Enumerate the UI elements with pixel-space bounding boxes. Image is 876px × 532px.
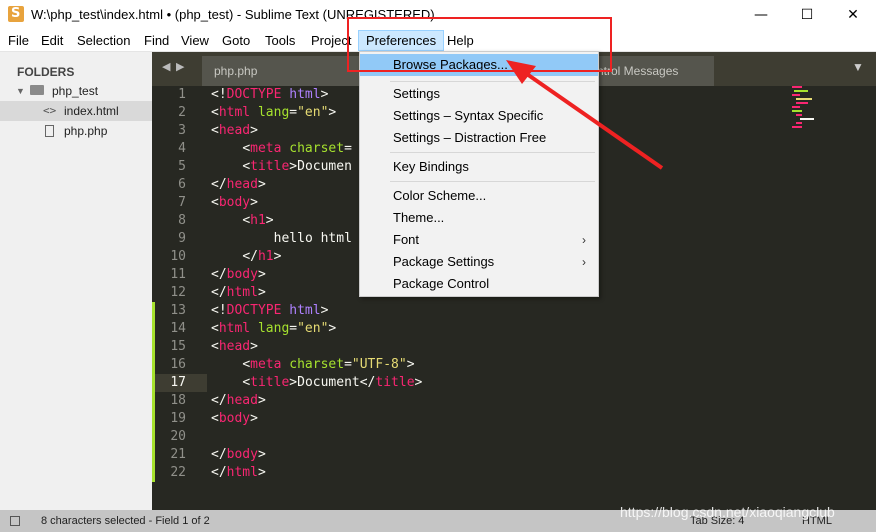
annotation-arrow-icon	[506, 60, 664, 170]
watermark: https://blog.csdn.net/xiaoqiangclub	[620, 504, 835, 520]
